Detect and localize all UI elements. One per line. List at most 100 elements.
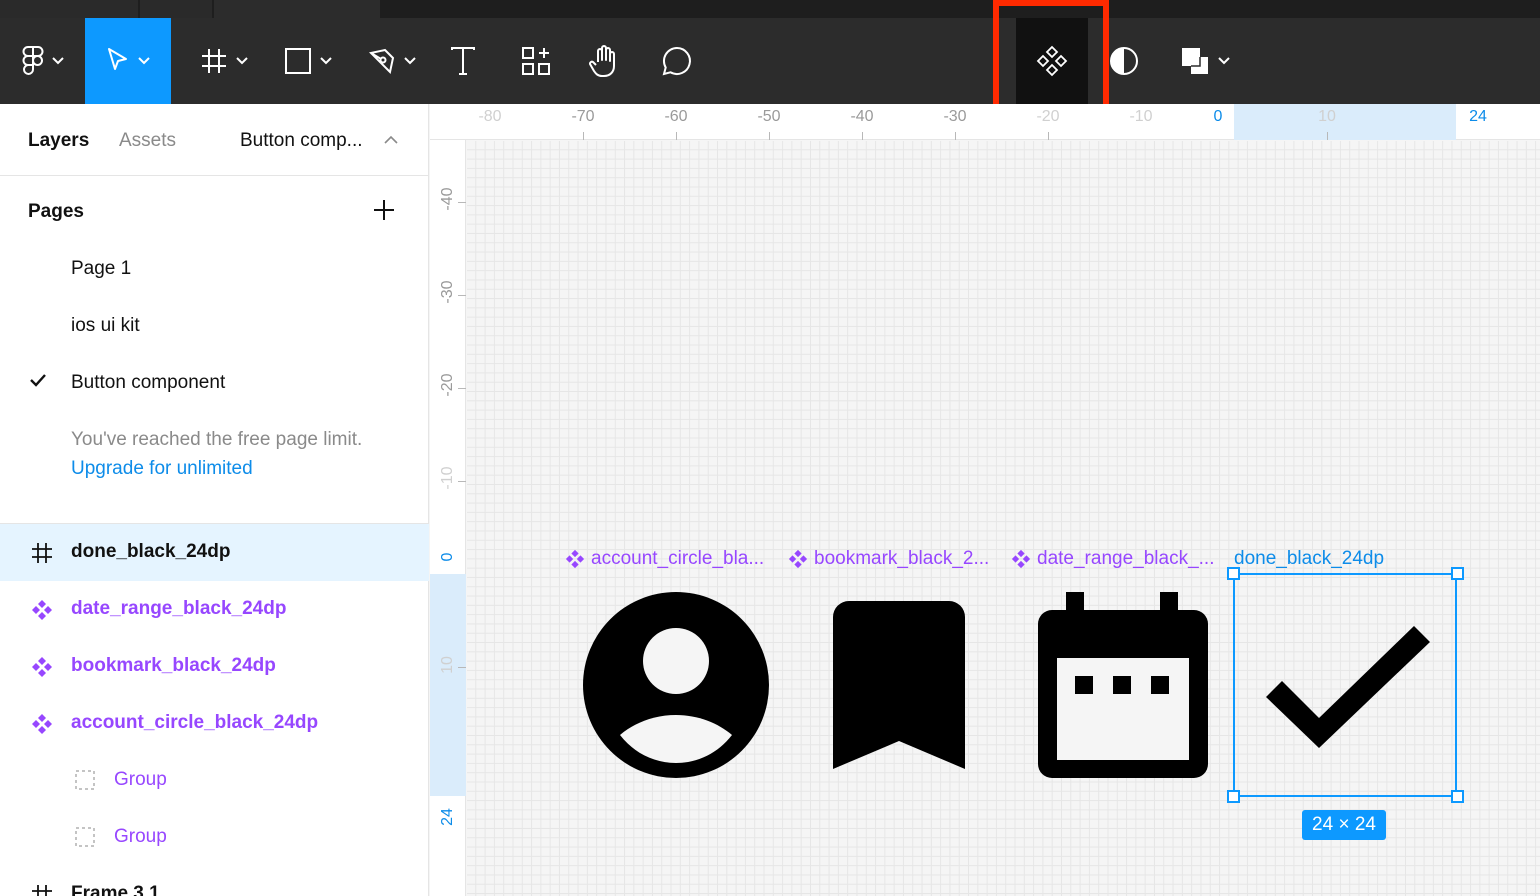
chevron-down-icon	[1218, 57, 1230, 65]
component-frame-label[interactable]: bookmark_black_2...	[788, 548, 989, 570]
tab-segment[interactable]	[140, 0, 212, 18]
move-tool-button[interactable]	[85, 18, 171, 104]
tab-assets[interactable]: Assets	[119, 130, 176, 152]
group-dashed-icon	[75, 827, 95, 852]
ruler-label: -20	[1036, 108, 1060, 125]
ruler-selection-highlight	[430, 574, 466, 796]
chevron-down-icon	[404, 57, 416, 65]
component-icon	[31, 599, 53, 626]
cursor-arrow-icon	[108, 48, 127, 70]
date-range-icon[interactable]	[1038, 592, 1208, 780]
component-frame-label[interactable]: date_range_black_...	[1011, 548, 1214, 570]
frame-tool-button[interactable]	[184, 18, 264, 104]
layer-label: account_circle_black_24dp	[71, 712, 319, 733]
tab-segment[interactable]	[0, 0, 138, 18]
resize-handle[interactable]	[1227, 567, 1240, 580]
boolean-union-icon	[1182, 48, 1208, 74]
ruler-tick	[458, 295, 466, 296]
ruler-tick	[458, 388, 466, 389]
component-icon	[788, 549, 808, 569]
component-diamonds-icon	[1036, 45, 1068, 77]
tab-strip	[0, 0, 1540, 18]
component-icon	[31, 656, 53, 683]
bookmark-icon[interactable]	[833, 601, 965, 769]
ruler-tick	[862, 132, 863, 140]
ruler-label: 24	[439, 808, 456, 826]
pages-section-title: Pages	[28, 201, 84, 222]
component-label-text: account_circle_bla...	[591, 548, 765, 569]
boolean-ops-button[interactable]	[1170, 18, 1240, 104]
component-frame-label[interactable]: account_circle_bla...	[565, 548, 764, 570]
tab-layers[interactable]: Layers	[28, 130, 89, 152]
layer-label: date_range_black_24dp	[71, 598, 287, 619]
layer-row[interactable]: Frame 3.1	[0, 866, 429, 896]
mask-button[interactable]	[1098, 18, 1150, 104]
resize-handle[interactable]	[1451, 567, 1464, 580]
ruler-label: 0	[439, 552, 456, 562]
ruler-label: -20	[439, 373, 456, 397]
resize-handle[interactable]	[1227, 790, 1240, 803]
figma-app: Layers Assets Button comp... Pages Page …	[0, 0, 1540, 896]
figma-logo-icon	[22, 46, 43, 75]
pen-tool-button[interactable]	[352, 18, 432, 104]
mask-contrast-icon	[1110, 47, 1138, 75]
ruler-tick	[1327, 132, 1328, 140]
resize-handle[interactable]	[1451, 790, 1464, 803]
layer-label: bookmark_black_24dp	[71, 655, 276, 676]
upgrade-link[interactable]: Upgrade for unlimited	[71, 458, 253, 480]
page-item[interactable]: Page 1	[71, 258, 131, 280]
ruler-label: -30	[439, 280, 456, 304]
ruler-label: 10	[1318, 108, 1336, 125]
current-page-selector[interactable]: Button comp...	[240, 130, 363, 152]
text-tool-button[interactable]	[436, 18, 490, 104]
layer-row[interactable]: Group	[0, 809, 429, 866]
ruler-tick	[458, 481, 466, 482]
layer-row-selected[interactable]: done_black_24dp	[0, 524, 429, 581]
rectangle-icon	[285, 48, 311, 74]
page-limit-notice: You've reached the free page limit.	[71, 429, 363, 450]
layer-row[interactable]: date_range_black_24dp	[0, 581, 429, 638]
create-component-button[interactable]	[1016, 18, 1088, 104]
layer-row[interactable]: bookmark_black_24dp	[0, 638, 429, 695]
ruler-label: -50	[757, 108, 781, 125]
add-page-plus-icon[interactable]	[372, 198, 396, 222]
ruler-tick	[583, 132, 584, 140]
comment-tool-button[interactable]	[648, 18, 706, 104]
group-dashed-icon	[75, 770, 95, 795]
selection-box[interactable]	[1233, 573, 1457, 797]
layer-label: done_black_24dp	[71, 541, 231, 562]
ruler-selection-highlight	[1234, 104, 1456, 140]
ruler-label: -80	[478, 108, 502, 125]
page-item-selected[interactable]: Button component	[71, 372, 225, 394]
ruler-tick	[955, 132, 956, 140]
ruler-label: -10	[439, 466, 456, 490]
layer-row[interactable]: account_circle_black_24dp	[0, 695, 429, 752]
ruler-label: -10	[1129, 108, 1153, 125]
ruler-label: -30	[943, 108, 967, 125]
ruler-tick	[458, 667, 466, 668]
account-circle-icon[interactable]	[582, 591, 770, 779]
tab-segment[interactable]	[214, 0, 380, 18]
component-label-text: bookmark_black_2...	[814, 548, 990, 569]
resources-tool-button[interactable]	[508, 18, 564, 104]
ruler-label: -40	[850, 108, 874, 125]
chevron-down-icon	[138, 57, 150, 65]
layer-label: Frame 3.1	[71, 883, 160, 896]
shape-tool-button[interactable]	[268, 18, 348, 104]
frame-hash-icon	[202, 49, 226, 73]
layer-row[interactable]: Group	[0, 752, 429, 809]
frame-label[interactable]: done_black_24dp	[1234, 548, 1384, 570]
frame-hash-icon	[31, 542, 53, 569]
chevron-down-icon	[236, 57, 248, 65]
chevron-up-icon[interactable]	[384, 128, 398, 150]
layer-label: Group	[114, 826, 167, 847]
text-t-icon	[451, 47, 475, 75]
ruler-tick	[769, 132, 770, 140]
hand-icon	[589, 45, 615, 77]
pen-icon	[368, 48, 395, 75]
toolbar	[0, 18, 1540, 104]
selection-size-badge: 24 × 24	[1302, 810, 1386, 840]
main-menu-button[interactable]	[0, 18, 85, 104]
page-item[interactable]: ios ui kit	[71, 315, 140, 337]
hand-tool-button[interactable]	[576, 18, 634, 104]
